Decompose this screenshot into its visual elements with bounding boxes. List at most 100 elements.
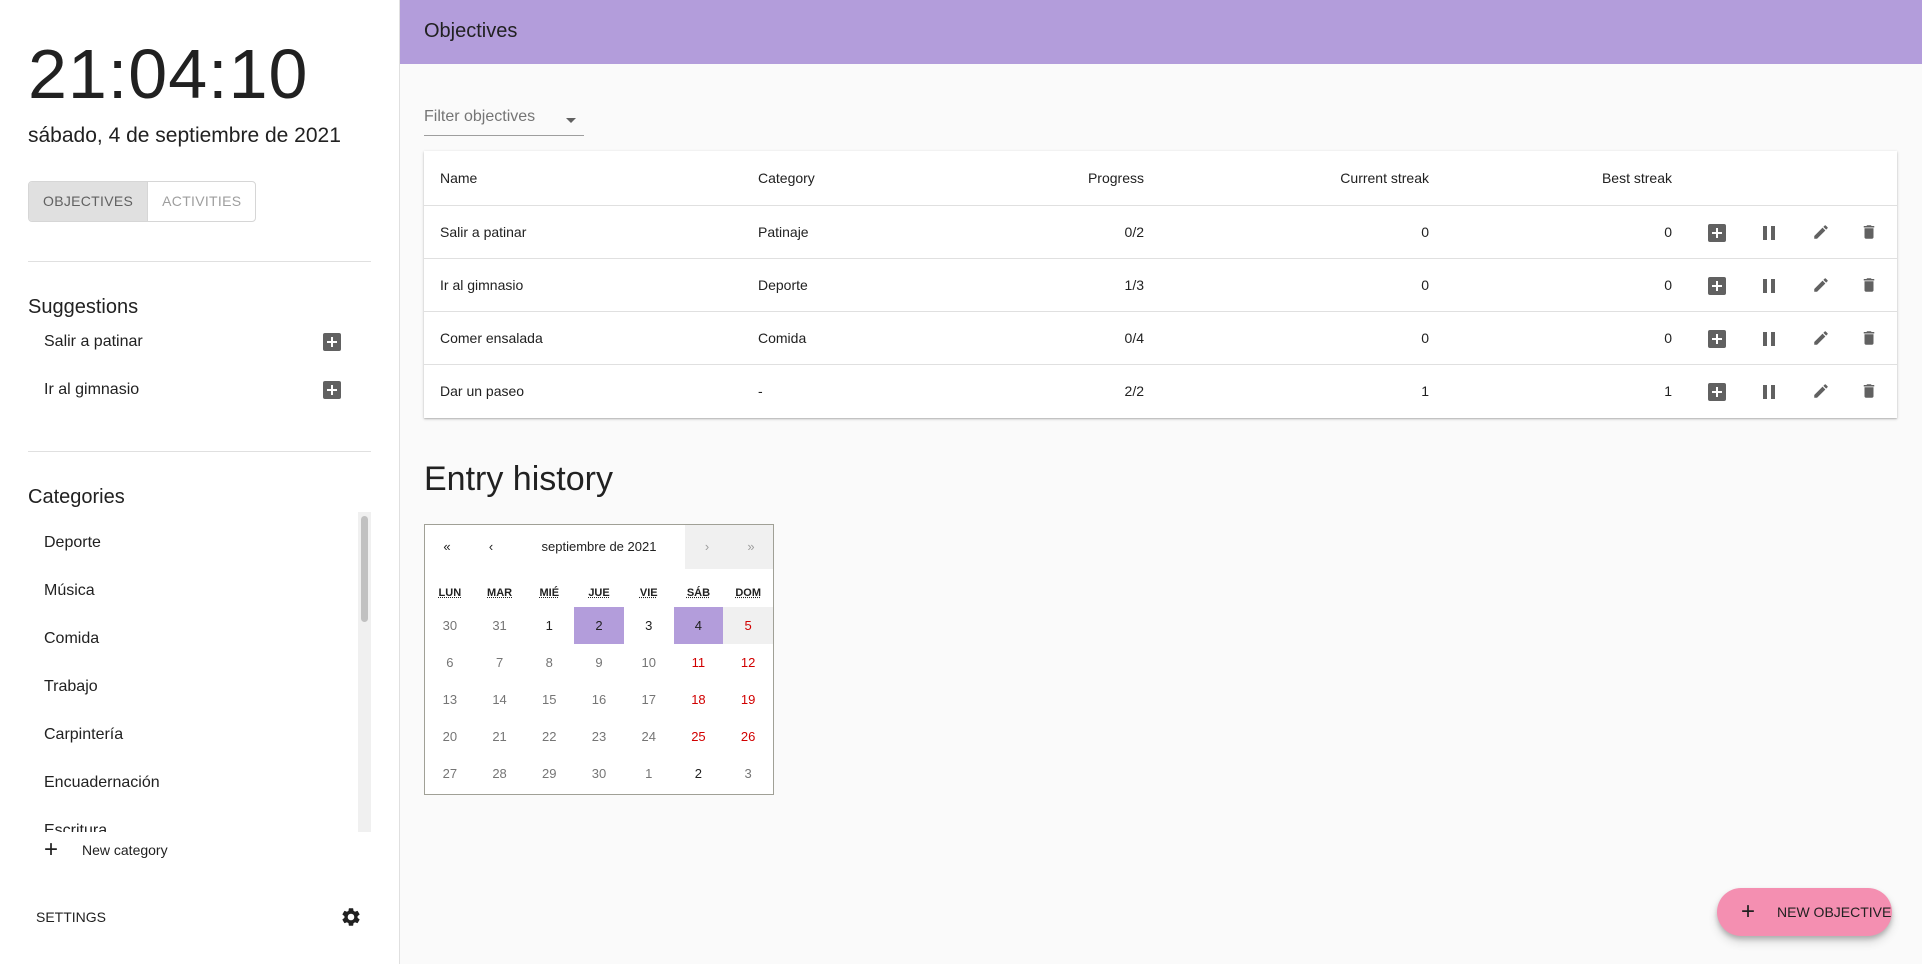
calendar-day[interactable]: 19 (723, 681, 773, 718)
scrollbar-thumb[interactable] (361, 516, 368, 622)
add-entry-button[interactable] (1707, 382, 1727, 402)
calendar-day[interactable]: 27 (425, 755, 475, 792)
calendar-day[interactable]: 16 (574, 681, 624, 718)
calendar-day[interactable]: 12 (723, 644, 773, 681)
pause-button[interactable] (1759, 223, 1779, 243)
calendar-day[interactable]: 29 (524, 755, 574, 792)
calendar-day[interactable]: 30 (425, 607, 475, 644)
calendar-day[interactable]: 31 (475, 607, 525, 644)
calendar-day[interactable]: 9 (574, 644, 624, 681)
next-month-button[interactable]: › (685, 525, 729, 569)
calendar-day[interactable]: 5 (723, 607, 773, 644)
category-item[interactable]: Trabajo (28, 658, 371, 706)
calendar-day[interactable]: 18 (674, 681, 724, 718)
toggle-objectives[interactable]: Objectives (29, 182, 149, 221)
category-item[interactable]: Música (28, 562, 371, 610)
calendar-day[interactable]: 3 (723, 755, 773, 792)
edit-button[interactable] (1811, 329, 1831, 349)
calendar-day[interactable]: 23 (574, 718, 624, 755)
calendar-day[interactable]: 10 (624, 644, 674, 681)
new-objective-label: New objective (1777, 904, 1892, 920)
weekday-label: MAR (487, 587, 513, 599)
filter-select[interactable]: Filter objectives (424, 108, 584, 136)
add-box-icon[interactable] (323, 333, 341, 351)
calendar-day[interactable]: 13 (425, 681, 475, 718)
calendar-day[interactable]: 8 (524, 644, 574, 681)
cell-best-streak: 0 (1664, 224, 1672, 240)
calendar-day[interactable]: 20 (425, 718, 475, 755)
gear-icon[interactable] (340, 906, 362, 928)
toggle-activities[interactable]: Activities (148, 182, 255, 221)
cell-category: Deporte (758, 277, 808, 293)
month-label[interactable]: septiembre de 2021 (513, 525, 685, 569)
calendar-day[interactable]: 26 (723, 718, 773, 755)
suggestions-title: Suggestions (28, 296, 139, 318)
settings-row[interactable]: Settings (36, 906, 362, 928)
view-toggle: Objectives Activities (28, 181, 257, 222)
edit-button[interactable] (1811, 276, 1831, 296)
cell-current-streak: 0 (1421, 277, 1429, 293)
pause-icon (1763, 385, 1775, 399)
add-box-icon[interactable] (323, 381, 341, 399)
pencil-icon (1812, 382, 1830, 403)
pause-button[interactable] (1759, 382, 1779, 402)
weekday-label: JUE (588, 587, 610, 599)
calendar-day[interactable]: 25 (674, 718, 724, 755)
calendar-day[interactable]: 6 (425, 644, 475, 681)
edit-button[interactable] (1811, 382, 1831, 402)
add-entry-button[interactable] (1707, 329, 1727, 349)
weekday-label: SÁB (686, 587, 711, 599)
cell-current-streak: 0 (1421, 330, 1429, 346)
category-item[interactable]: Deporte (28, 514, 371, 562)
first-month-button[interactable]: « (425, 525, 469, 569)
new-category-button[interactable]: + New category (44, 838, 168, 862)
calendar-day[interactable]: 22 (524, 718, 574, 755)
add-entry-button[interactable] (1707, 223, 1727, 243)
pause-icon (1763, 332, 1775, 346)
delete-button[interactable] (1859, 382, 1879, 402)
categories-title: Categories (28, 486, 125, 508)
calendar-day[interactable]: 4 (673, 607, 724, 644)
calendar-day[interactable]: 21 (475, 718, 525, 755)
table-row: Comer ensalada Comida 0/4 0 0 (424, 312, 1897, 365)
cell-progress: 0/4 (1124, 330, 1144, 346)
divider (28, 451, 371, 452)
calendar-day[interactable]: 1 (624, 755, 674, 792)
category-scrollbar[interactable] (358, 512, 371, 832)
add-box-icon (1708, 383, 1726, 401)
row-actions (1687, 206, 1897, 259)
calendar-day[interactable]: 1 (524, 607, 574, 644)
add-entry-button[interactable] (1707, 276, 1727, 296)
category-list[interactable]: Deporte Música Comida Trabajo Carpinterí… (28, 514, 371, 832)
calendar-day[interactable]: 30 (574, 755, 624, 792)
calendar-day[interactable]: 14 (475, 681, 525, 718)
prev-month-button[interactable]: ‹ (469, 525, 513, 569)
calendar-day[interactable]: 3 (624, 607, 674, 644)
cell-progress: 0/2 (1124, 224, 1144, 240)
calendar-day[interactable]: 2 (674, 755, 724, 792)
delete-button[interactable] (1859, 329, 1879, 349)
pause-button[interactable] (1759, 329, 1779, 349)
edit-button[interactable] (1811, 223, 1831, 243)
calendar-grid: 30 31 1 2 3 4 5 6 7 8 9 10 11 12 13 14 15 16 17 18 19 20 21 22 2… (425, 607, 773, 792)
objectives-table: Name Category Progress Current streak Be… (424, 151, 1897, 418)
last-month-button[interactable]: » (729, 525, 773, 569)
calendar-day[interactable]: 2 (574, 607, 624, 644)
calendar-day[interactable]: 28 (475, 755, 525, 792)
pause-icon (1763, 279, 1775, 293)
delete-button[interactable] (1859, 223, 1879, 243)
cell-category: - (758, 383, 763, 399)
category-item[interactable]: Carpintería (28, 706, 371, 754)
calendar-day[interactable]: 7 (475, 644, 525, 681)
new-objective-button[interactable]: + New objective (1717, 888, 1892, 936)
calendar-day[interactable]: 15 (524, 681, 574, 718)
calendar-day[interactable]: 17 (624, 681, 674, 718)
category-item[interactable]: Comida (28, 610, 371, 658)
category-item[interactable]: Encuadernación (28, 754, 371, 802)
cell-current-streak: 1 (1421, 383, 1429, 399)
delete-button[interactable] (1859, 276, 1879, 296)
category-item[interactable]: Escritura (28, 802, 371, 832)
calendar-day[interactable]: 24 (624, 718, 674, 755)
pause-button[interactable] (1759, 276, 1779, 296)
calendar-day[interactable]: 11 (674, 644, 724, 681)
